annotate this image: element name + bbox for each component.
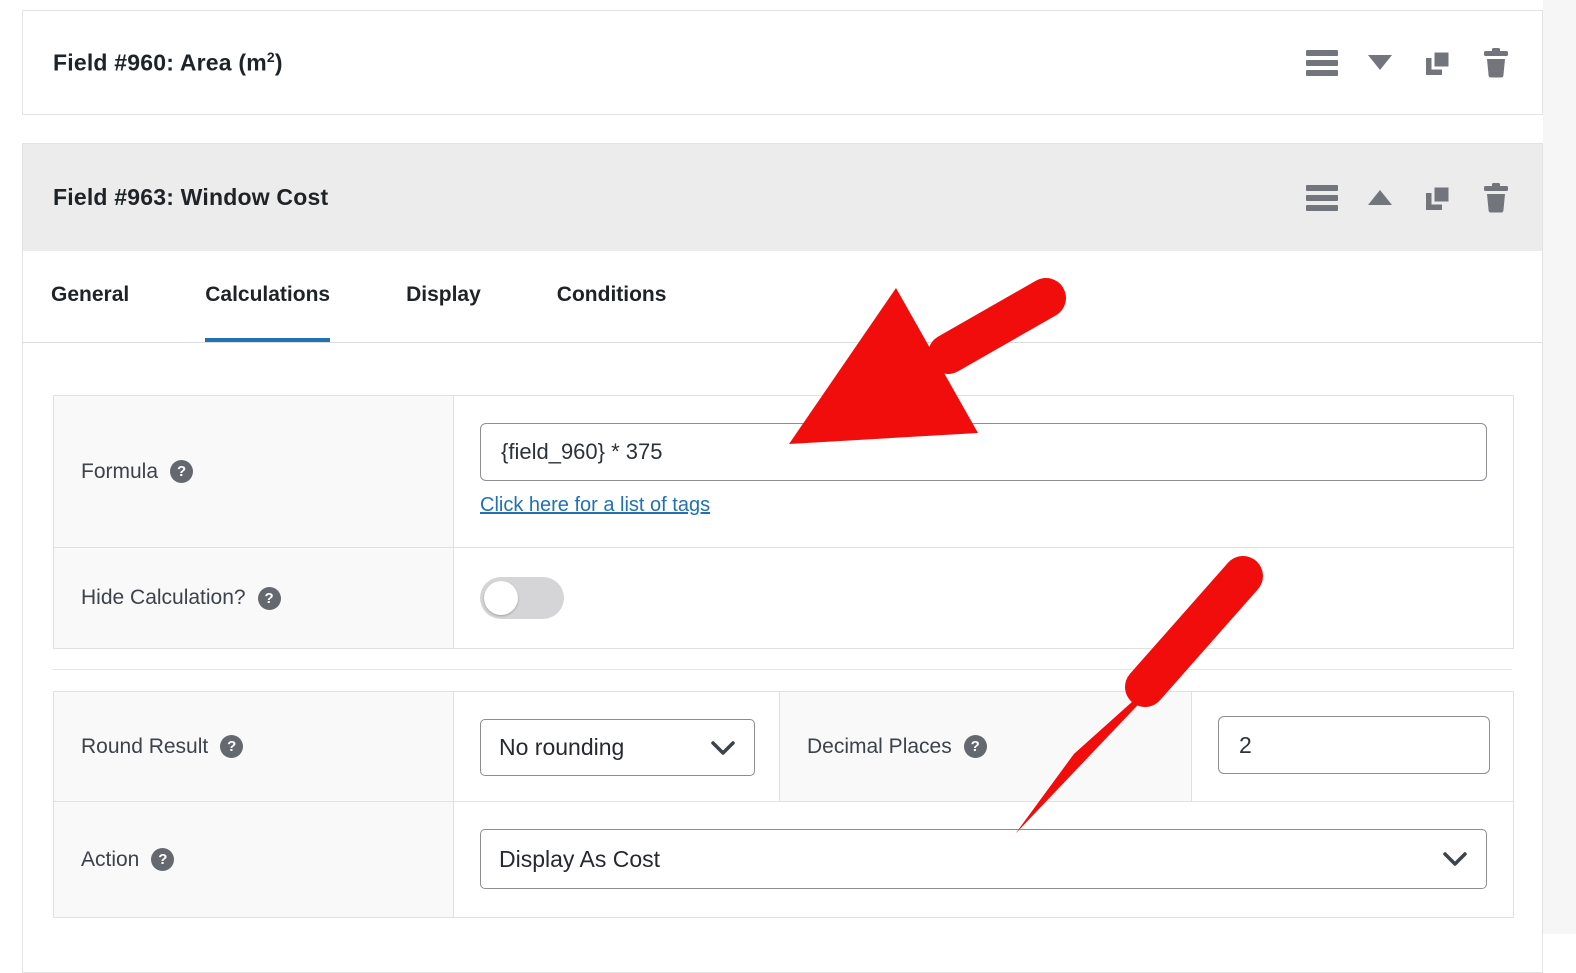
duplicate-field-icon[interactable] [1422, 47, 1454, 79]
action-label-cell: Action ? [54, 802, 454, 917]
chevron-down-icon [1368, 55, 1392, 70]
calculations-tab-content: Formula ? Click here for a list of tags … [23, 343, 1542, 948]
drag-handle-icon[interactable] [1306, 182, 1338, 214]
formula-label: Formula [81, 459, 159, 483]
field-960-panel: Field #960: Area (m2) [22, 10, 1543, 115]
hide-calculation-value-cell [454, 548, 1513, 648]
rounding-settings-table: Round Result ? No rounding Decimal Place… [53, 691, 1514, 918]
decimal-places-label: Decimal Places [807, 734, 952, 758]
field-960-actions [1306, 47, 1512, 79]
decimal-places-input[interactable] [1218, 716, 1490, 774]
chevron-up-icon [1368, 190, 1392, 205]
collapse-field-icon[interactable] [1364, 182, 1396, 214]
field-963-tabbar: General Calculations Display Conditions [23, 251, 1542, 343]
field-963-actions [1306, 182, 1512, 214]
tab-general[interactable]: General [51, 251, 129, 342]
tab-calculations[interactable]: Calculations [205, 251, 331, 342]
drag-handle-icon[interactable] [1306, 47, 1338, 79]
field-960-title-close: ) [274, 49, 283, 76]
action-row: Action ? Display As Cost [54, 802, 1513, 917]
duplicate-field-icon[interactable] [1422, 182, 1454, 214]
action-selected-value: Display As Cost [499, 845, 661, 872]
toggle-knob [484, 581, 518, 615]
tags-list-link[interactable]: Click here for a list of tags [480, 494, 710, 517]
expand-field-icon[interactable] [1364, 47, 1396, 79]
round-result-selected-value: No rounding [499, 734, 625, 760]
help-icon[interactable]: ? [257, 586, 281, 610]
hide-calculation-toggle[interactable] [480, 577, 564, 619]
page-background-strip [1543, 0, 1576, 934]
tab-display[interactable]: Display [406, 251, 481, 342]
formula-row: Formula ? Click here for a list of tags [54, 396, 1513, 548]
chevron-down-icon [711, 740, 735, 755]
formula-settings-table: Formula ? Click here for a list of tags … [53, 395, 1514, 649]
formula-label-cell: Formula ? [54, 396, 454, 547]
delete-field-icon[interactable] [1480, 182, 1512, 214]
delete-field-icon[interactable] [1480, 47, 1512, 79]
field-963-panel: Field #963: Window Cost General Calculat… [22, 143, 1543, 973]
formula-value-cell: Click here for a list of tags [454, 396, 1513, 547]
help-icon[interactable]: ? [220, 735, 244, 758]
field-960-title-sup: 2 [266, 48, 275, 65]
round-result-value-cell: No rounding [454, 692, 780, 801]
round-result-select[interactable]: No rounding [480, 719, 755, 776]
hide-calculation-label-cell: Hide Calculation? ? [54, 548, 454, 648]
field-960-title: Field #960: Area (m2) [53, 49, 283, 77]
decimal-places-label-cell: Decimal Places ? [780, 692, 1192, 801]
field-963-header: Field #963: Window Cost [23, 144, 1542, 251]
round-result-label-cell: Round Result ? [54, 692, 454, 801]
formula-input[interactable] [480, 423, 1487, 481]
action-label: Action [81, 847, 140, 871]
round-result-label: Round Result [81, 734, 209, 758]
field-963-title: Field #963: Window Cost [53, 184, 329, 210]
decimal-places-value-cell [1192, 692, 1513, 801]
help-icon[interactable]: ? [170, 460, 194, 483]
chevron-down-icon [1443, 852, 1467, 866]
field-960-title-text: Field #960: Area (m [53, 49, 267, 76]
hide-calculation-label: Hide Calculation? [81, 586, 246, 609]
section-divider [53, 669, 1512, 670]
action-select[interactable]: Display As Cost [480, 829, 1487, 889]
round-result-row: Round Result ? No rounding Decimal Place… [54, 692, 1513, 802]
help-icon[interactable]: ? [963, 735, 987, 758]
help-icon[interactable]: ? [151, 848, 175, 871]
hide-calculation-row: Hide Calculation? ? [54, 548, 1513, 648]
tab-conditions[interactable]: Conditions [557, 251, 667, 342]
action-value-cell: Display As Cost [454, 802, 1513, 917]
